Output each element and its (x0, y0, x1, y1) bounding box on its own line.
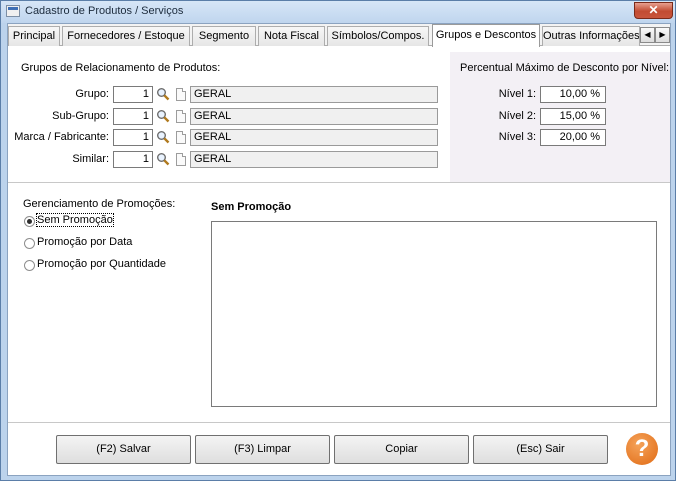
client-area: Principal Fornecedores / Estoque Segment… (7, 23, 671, 476)
brand-search-icon[interactable] (156, 130, 170, 144)
help-icon[interactable]: ? (626, 433, 658, 465)
group-description-field: GERAL (190, 86, 438, 103)
radio-promocao-data-label[interactable]: Promoção por Data (37, 236, 132, 248)
footer-divider (8, 422, 670, 423)
subgroup-search-icon[interactable] (156, 109, 170, 123)
group-code-input[interactable]: 1 (113, 86, 153, 103)
main-window: Cadastro de Produtos / Serviços ✕ Princi… (0, 0, 676, 481)
level-1-label: Nível 1: (498, 88, 536, 100)
copy-button[interactable]: Copiar (334, 435, 469, 464)
tab-outras-informacoes[interactable]: Outras Informações (542, 26, 640, 46)
tab-scroll-right-button[interactable]: ▶ (655, 27, 670, 43)
level-1-discount-input[interactable]: 10,00 % (540, 86, 606, 103)
app-icon (6, 5, 20, 17)
tab-bar: Principal Fornecedores / Estoque Segment… (8, 24, 670, 47)
radio-promocao-quantidade[interactable] (24, 260, 35, 271)
save-button[interactable]: (F2) Salvar (56, 435, 191, 464)
level-3-discount-input[interactable]: 20,00 % (540, 129, 606, 146)
subgroup-document-icon[interactable] (176, 110, 186, 123)
brand-document-icon[interactable] (176, 131, 186, 144)
discount-section-title: Percentual Máximo de Desconto por Nível: (460, 62, 670, 74)
tab-simbolos-compos[interactable]: Símbolos/Compos. (327, 26, 429, 46)
tab-scroll-left-button[interactable]: ◀ (640, 27, 655, 43)
similar-document-icon[interactable] (176, 153, 186, 166)
brand-label: Marca / Fabricante: (14, 131, 109, 143)
similar-search-icon[interactable] (156, 152, 170, 166)
level-2-discount-input[interactable]: 15,00 % (540, 108, 606, 125)
radio-sem-promocao-label[interactable]: Sem Promoção (36, 213, 114, 227)
discount-panel: Percentual Máximo de Desconto por Nível:… (450, 52, 670, 182)
tab-segmento[interactable]: Segmento (192, 26, 256, 46)
exit-button[interactable]: (Esc) Sair (473, 435, 608, 464)
clear-button[interactable]: (F3) Limpar (195, 435, 330, 464)
radio-sem-promocao[interactable] (24, 216, 35, 227)
level-3-label: Nível 3: (498, 131, 536, 143)
tab-fornecedores-estoque[interactable]: Fornecedores / Estoque (62, 26, 190, 46)
radio-promocao-quantidade-label[interactable]: Promoção por Quantidade (37, 258, 166, 270)
group-search-icon[interactable] (156, 87, 170, 101)
window-title: Cadastro de Produtos / Serviços (25, 5, 184, 17)
groups-section-title: Grupos de Relacionamento de Produtos: (21, 62, 221, 74)
similar-description-field: GERAL (190, 151, 438, 168)
similar-label: Similar: (72, 153, 109, 165)
radio-promocao-data[interactable] (24, 238, 35, 249)
brand-code-input[interactable]: 1 (113, 129, 153, 146)
brand-description-field: GERAL (190, 129, 438, 146)
promotions-section-title: Gerenciamento de Promoções: (23, 198, 176, 210)
tab-nota-fiscal[interactable]: Nota Fiscal (258, 26, 325, 46)
tab-principal[interactable]: Principal (8, 26, 60, 46)
similar-code-input[interactable]: 1 (113, 151, 153, 168)
section-divider (8, 182, 670, 183)
group-label: Grupo: (75, 88, 109, 100)
group-document-icon[interactable] (176, 88, 186, 101)
tab-grupos-descontos[interactable]: Grupos e Descontos (432, 24, 540, 47)
title-bar: Cadastro de Produtos / Serviços ✕ (1, 1, 675, 23)
promotion-content-area (211, 221, 657, 407)
subgroup-code-input[interactable]: 1 (113, 108, 153, 125)
subgroup-label: Sub-Grupo: (52, 110, 109, 122)
promotion-panel-title: Sem Promoção (211, 201, 292, 213)
level-2-label: Nível 2: (498, 110, 536, 122)
close-button[interactable]: ✕ (634, 2, 673, 19)
subgroup-description-field: GERAL (190, 108, 438, 125)
